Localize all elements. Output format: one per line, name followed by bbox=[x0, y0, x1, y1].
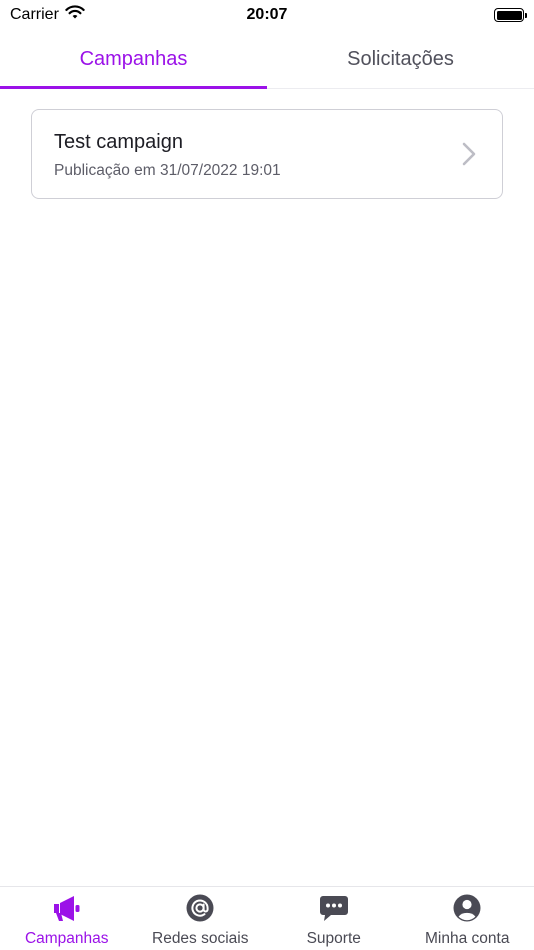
chat-bubble-icon bbox=[319, 893, 349, 923]
top-tabs: Campanhas Solicitações bbox=[0, 30, 534, 89]
tab-campanhas[interactable]: Campanhas bbox=[0, 30, 267, 89]
tab-label: Campanhas bbox=[79, 47, 188, 70]
nav-redes-sociais[interactable]: Redes sociais bbox=[134, 887, 268, 950]
app-screen: Carrier 20:07 Campanhas Solicitações Tes… bbox=[0, 0, 534, 950]
carrier-label: Carrier bbox=[10, 6, 59, 23]
megaphone-icon bbox=[52, 893, 82, 923]
tab-solicitacoes[interactable]: Solicitações bbox=[267, 30, 534, 88]
user-circle-icon bbox=[452, 893, 482, 923]
nav-minha-conta[interactable]: Minha conta bbox=[401, 887, 534, 950]
status-bar: Carrier 20:07 bbox=[0, 0, 534, 30]
campaign-card[interactable]: Test campaign Publicação em 31/07/2022 1… bbox=[31, 109, 503, 199]
nav-label: Minha conta bbox=[425, 930, 510, 947]
tab-label: Solicitações bbox=[347, 47, 454, 70]
bottom-tab-bar: Campanhas Redes sociais Suporte Minha co… bbox=[0, 886, 534, 950]
chevron-right-icon bbox=[460, 141, 478, 167]
status-left: Carrier bbox=[10, 5, 85, 25]
campaign-publication-date: Publicação em 31/07/2022 19:01 bbox=[54, 162, 281, 179]
nav-label: Suporte bbox=[306, 930, 361, 947]
at-sign-icon bbox=[185, 893, 215, 923]
wifi-icon bbox=[65, 5, 85, 25]
nav-suporte[interactable]: Suporte bbox=[267, 887, 401, 950]
nav-campanhas[interactable]: Campanhas bbox=[0, 887, 134, 950]
nav-label: Campanhas bbox=[24, 930, 109, 947]
nav-label: Redes sociais bbox=[152, 930, 249, 947]
campaign-title: Test campaign bbox=[54, 131, 183, 153]
battery-icon bbox=[494, 8, 527, 22]
